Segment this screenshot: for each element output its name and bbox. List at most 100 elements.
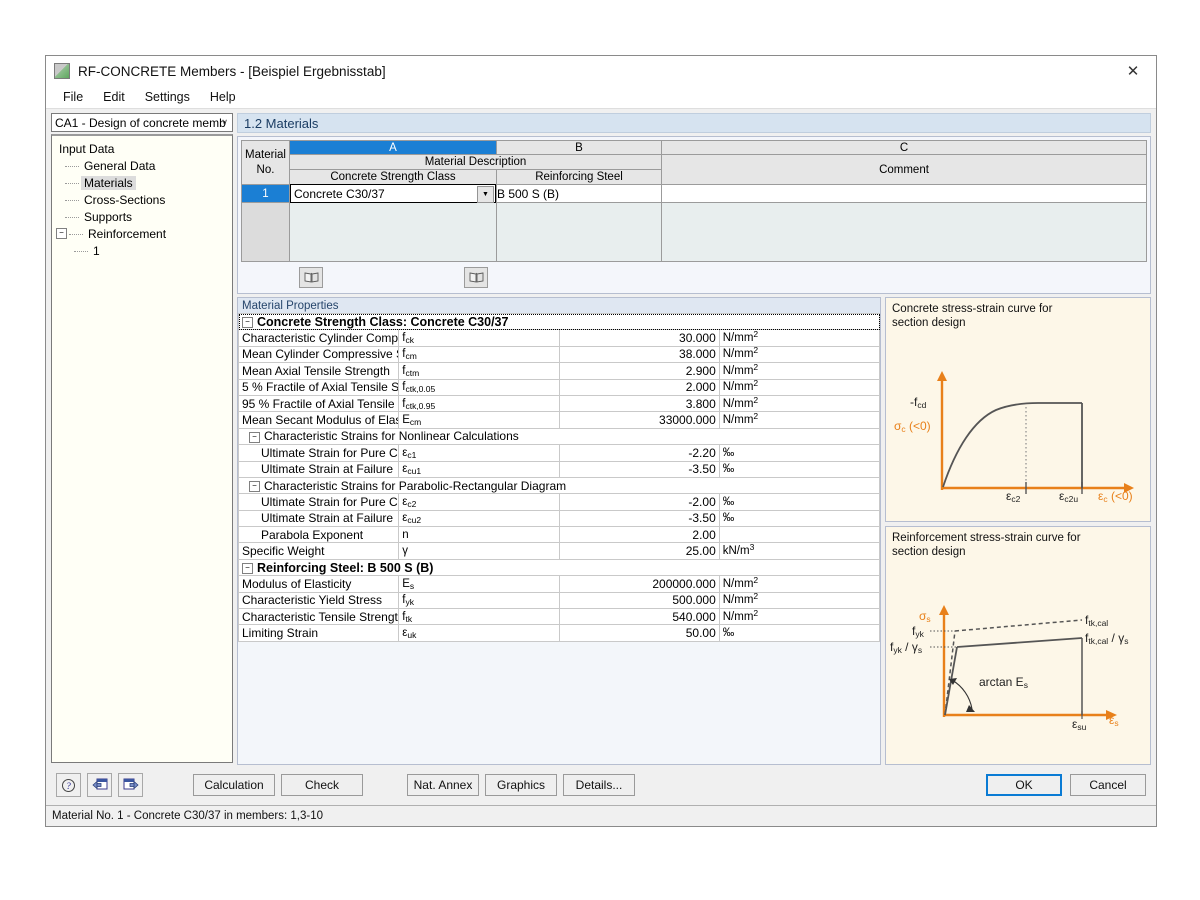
title-bar: RF-CONCRETE Members - [Beispiel Ergebnis…: [46, 56, 1156, 86]
collapse-toggle-icon[interactable]: −: [249, 431, 260, 443]
navigation-tree[interactable]: Input Data General Data Materials Cross-…: [51, 134, 233, 763]
tree-item-reinforcement[interactable]: − Reinforcement: [52, 225, 232, 242]
property-symbol: fctm: [398, 362, 560, 380]
property-row-eps-c2[interactable]: Ultimate Strain for Pure Compression εc2…: [237, 493, 881, 511]
tree-connector-icon: [65, 216, 79, 218]
symbol-base: E: [402, 577, 410, 590]
nat-annex-button[interactable]: Nat. Annex: [407, 774, 479, 796]
empty-comment-cell[interactable]: [661, 202, 1147, 262]
tree-item-general-data[interactable]: General Data: [52, 157, 232, 174]
property-group-concrete[interactable]: − Concrete Strength Class: Concrete C30/3…: [238, 312, 880, 331]
table-row[interactable]: 1 Concrete C30/37 ▼ B 500 S (B): [241, 184, 1147, 203]
property-symbol: fyk: [398, 591, 560, 610]
property-value[interactable]: -3.50: [558, 509, 720, 528]
collapse-toggle-icon[interactable]: −: [56, 228, 67, 239]
collapse-toggle-icon[interactable]: −: [242, 562, 253, 574]
hardening-branch-design: [956, 637, 1083, 648]
property-group-steel[interactable]: − Reinforcing Steel: B 500 S (B): [238, 558, 880, 577]
status-bar: Material No. 1 - Concrete C30/37 in memb…: [46, 805, 1156, 826]
comment-cell[interactable]: [661, 184, 1147, 203]
tree-item-supports[interactable]: Supports: [52, 208, 232, 225]
property-value[interactable]: 540.000: [558, 608, 720, 626]
property-value[interactable]: 2.000: [558, 378, 720, 396]
calculation-button[interactable]: Calculation: [193, 774, 275, 796]
table-empty-row[interactable]: [241, 202, 1147, 262]
property-value[interactable]: -2.00: [558, 493, 720, 511]
menu-item-file[interactable]: File: [54, 88, 92, 106]
column-header-a[interactable]: A: [289, 140, 497, 155]
tree-item-input-data[interactable]: Input Data: [52, 140, 232, 157]
property-value[interactable]: 3.800: [558, 394, 720, 413]
empty-concrete-cell[interactable]: [289, 202, 497, 262]
property-subgroup-parabolic[interactable]: − Characteristic Strains for Parabolic-Re…: [238, 476, 880, 495]
graphics-button[interactable]: Graphics: [485, 774, 557, 796]
property-row-fctk095[interactable]: 95 % Fractile of Axial Tensile Strength …: [237, 394, 881, 413]
collapse-toggle-icon[interactable]: −: [249, 480, 260, 492]
property-row-ecm[interactable]: Mean Secant Modulus of Elasticity Ecm 33…: [237, 411, 881, 429]
row-number-cell[interactable]: 1: [241, 184, 290, 203]
property-value[interactable]: 25.00: [558, 542, 720, 560]
tree-item-reinforcement-1[interactable]: 1: [52, 242, 232, 259]
previous-window-button[interactable]: [87, 773, 112, 797]
property-value[interactable]: 33000.000: [558, 411, 720, 429]
cancel-button[interactable]: Cancel: [1070, 774, 1146, 796]
property-value[interactable]: -3.50: [558, 460, 720, 478]
property-value[interactable]: 200000.000: [558, 575, 720, 593]
property-value[interactable]: 2.00: [558, 526, 720, 544]
concrete-plateau-label: -fcd: [910, 395, 926, 410]
ok-button[interactable]: OK: [986, 774, 1062, 796]
property-row-n[interactable]: Parabola Exponent n 2.00: [237, 526, 881, 544]
property-row-eps-cu2[interactable]: Ultimate Strain at Failure εcu2 -3.50 ‰: [237, 509, 881, 528]
property-row-eps-c1[interactable]: Ultimate Strain for Pure Compression εc1…: [237, 444, 881, 462]
column-header-c[interactable]: C: [661, 140, 1147, 155]
property-subgroup-nonlinear[interactable]: − Characteristic Strains for Nonlinear Ca…: [238, 427, 880, 446]
materials-table[interactable]: Material No. A B C Material Description …: [241, 140, 1147, 262]
property-row-eps-uk[interactable]: Limiting Strain εuk 50.00 ‰: [237, 624, 881, 642]
steel-library-button[interactable]: [464, 266, 488, 288]
menu-item-settings[interactable]: Settings: [136, 88, 199, 106]
property-row-fyk[interactable]: Characteristic Yield Stress fyk 500.000 …: [237, 591, 881, 610]
unit-base: kN/m: [722, 545, 750, 558]
close-icon[interactable]: ✕: [1110, 56, 1156, 86]
property-row-fck[interactable]: Characteristic Cylinder Compressive Stre…: [237, 329, 881, 347]
property-value[interactable]: 38.000: [558, 345, 720, 364]
property-value[interactable]: 50.00: [558, 624, 720, 642]
menu-item-help[interactable]: Help: [201, 88, 245, 106]
concrete-strength-class-cell[interactable]: Concrete C30/37 ▼: [289, 184, 497, 203]
property-row-fctk005[interactable]: 5 % Fractile of Axial Tensile Strength f…: [237, 378, 881, 396]
collapse-toggle-icon[interactable]: −: [242, 316, 253, 328]
property-row-fctm[interactable]: Mean Axial Tensile Strength fctm 2.900 N…: [237, 362, 881, 380]
symbol-sub: ctm: [405, 367, 420, 378]
design-case-combo[interactable]: CA1 - Design of concrete memb ∨: [51, 113, 233, 132]
reinforcing-steel-cell[interactable]: B 500 S (B): [496, 184, 662, 203]
property-row-es[interactable]: Modulus of Elasticity Es 200000.000 N/mm…: [237, 575, 881, 593]
table-group-header-row: Material Description Comment: [242, 154, 1147, 185]
property-value[interactable]: 30.000: [558, 329, 720, 347]
concrete-library-button[interactable]: [299, 266, 323, 288]
property-row-eps-cu1[interactable]: Ultimate Strain at Failure εcu1 -3.50 ‰: [237, 460, 881, 478]
help-button[interactable]: ?: [56, 773, 81, 797]
property-unit: N/mm2: [718, 362, 881, 380]
material-properties-table[interactable]: − Concrete Strength Class: Concrete C30/3…: [237, 312, 881, 642]
tree-item-cross-sections[interactable]: Cross-Sections: [52, 191, 232, 208]
property-value[interactable]: 500.000: [558, 591, 720, 610]
property-symbol: γ: [398, 542, 560, 560]
tree-item-materials[interactable]: Materials: [52, 174, 232, 191]
chevron-down-icon[interactable]: ▼: [477, 186, 494, 203]
unit-base: N/mm: [722, 381, 754, 394]
property-row-gamma[interactable]: Specific Weight γ 25.00 kN/m3: [237, 542, 881, 560]
property-row-ftk[interactable]: Characteristic Tensile Strength ftk 540.…: [237, 608, 881, 626]
property-row-fcm[interactable]: Mean Cylinder Compressive Strength fcm 3…: [237, 345, 881, 364]
property-value[interactable]: 2.900: [558, 362, 720, 380]
graphics-column: Concrete stress-strain curve for section…: [885, 297, 1151, 765]
y-axis-suffix: (<0): [905, 419, 931, 433]
details-button[interactable]: Details...: [563, 774, 635, 796]
menu-item-edit[interactable]: Edit: [94, 88, 134, 106]
check-button[interactable]: Check: [281, 774, 363, 796]
next-window-button[interactable]: [118, 773, 143, 797]
empty-steel-cell[interactable]: [496, 202, 662, 262]
column-header-b[interactable]: B: [496, 140, 662, 155]
concrete-strength-class-combo[interactable]: Concrete C30/37 ▼: [290, 184, 496, 203]
property-value[interactable]: -2.20: [558, 444, 720, 462]
symbol-base: n: [402, 528, 409, 541]
